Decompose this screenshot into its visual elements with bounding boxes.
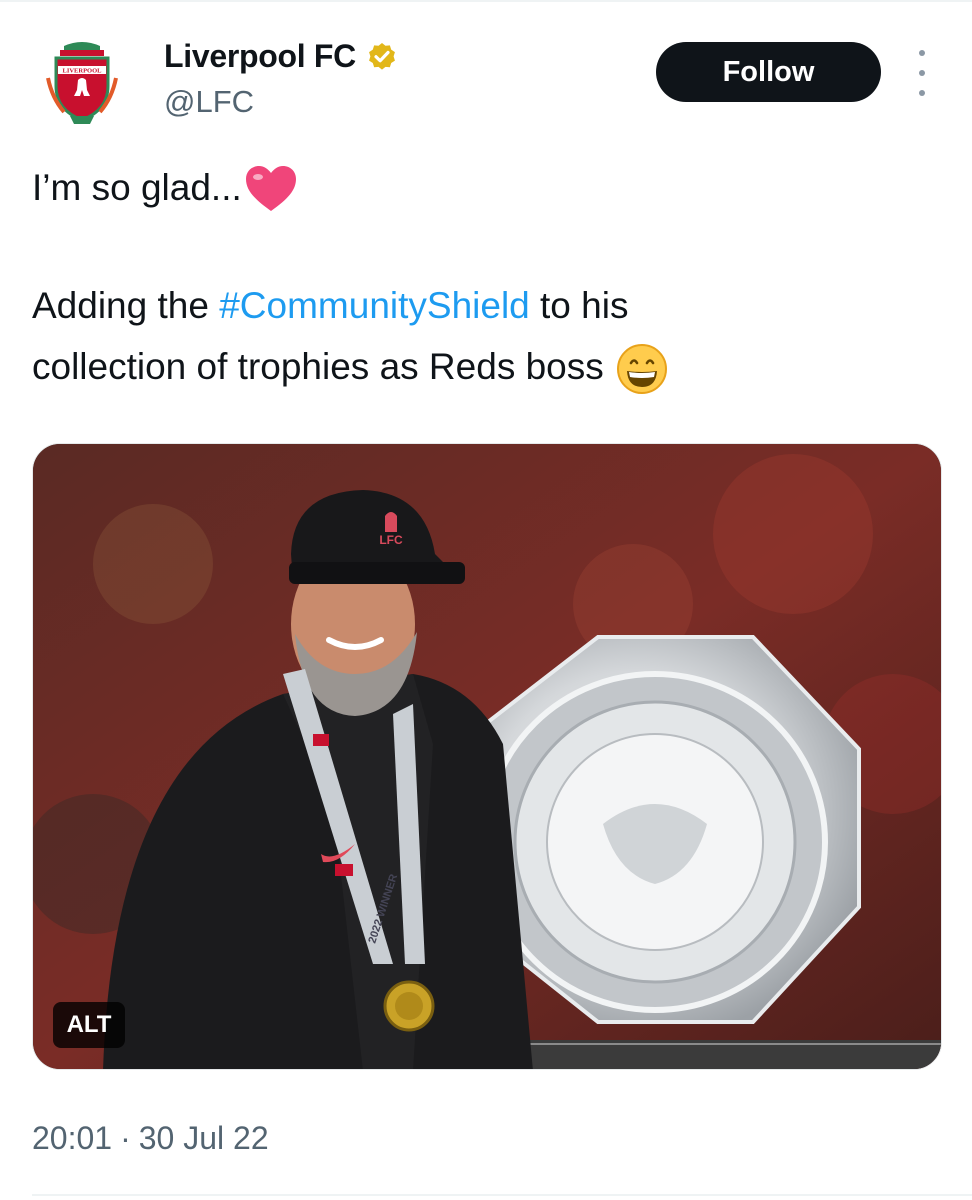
- display-name[interactable]: Liverpool FC: [164, 38, 398, 75]
- tweet-text-2b: to his: [529, 285, 629, 326]
- display-name-text: Liverpool FC: [164, 38, 356, 74]
- tweet-text-line-1: I’m so glad...: [32, 158, 298, 218]
- tweet-time: 20:01: [32, 1120, 113, 1156]
- bottom-divider: [32, 1194, 972, 1196]
- handle[interactable]: @LFC: [164, 84, 254, 120]
- separator-dot: ·: [120, 1120, 131, 1156]
- tweet-date: 30 Jul 22: [138, 1120, 269, 1156]
- more-vertical-icon[interactable]: [908, 50, 936, 96]
- top-divider: [0, 0, 972, 2]
- tweet-photo[interactable]: LFC 2022 WINNER ALT: [32, 443, 942, 1070]
- heart-emoji: [245, 166, 296, 212]
- tweet-text-line-2: Adding the #CommunityShield to his: [32, 276, 628, 336]
- timestamp[interactable]: 20:01 · 30 Jul 22: [32, 1120, 269, 1157]
- follow-button[interactable]: Follow: [656, 42, 881, 102]
- tweet-text-line-3: collection of trophies as Reds boss: [32, 337, 668, 397]
- grinning-face-emoji: [617, 344, 668, 395]
- crest-text: LIVERPOOL: [62, 68, 102, 75]
- alt-text-button[interactable]: ALT: [53, 1002, 125, 1048]
- tweet-text-3: collection of trophies as Reds boss: [32, 346, 604, 387]
- tweet-text-1: I’m so glad...: [32, 167, 242, 208]
- hashtag-link[interactable]: #CommunityShield: [219, 285, 530, 326]
- tweet-text-2a: Adding the: [32, 285, 220, 326]
- verified-badge-icon: [369, 42, 395, 70]
- cap-logo-text: LFC: [379, 533, 403, 547]
- lfc-crest-icon: LIVERPOOL: [46, 42, 118, 124]
- photo-illustration: LFC 2022 WINNER: [33, 444, 941, 1069]
- avatar[interactable]: LIVERPOOL: [42, 38, 122, 128]
